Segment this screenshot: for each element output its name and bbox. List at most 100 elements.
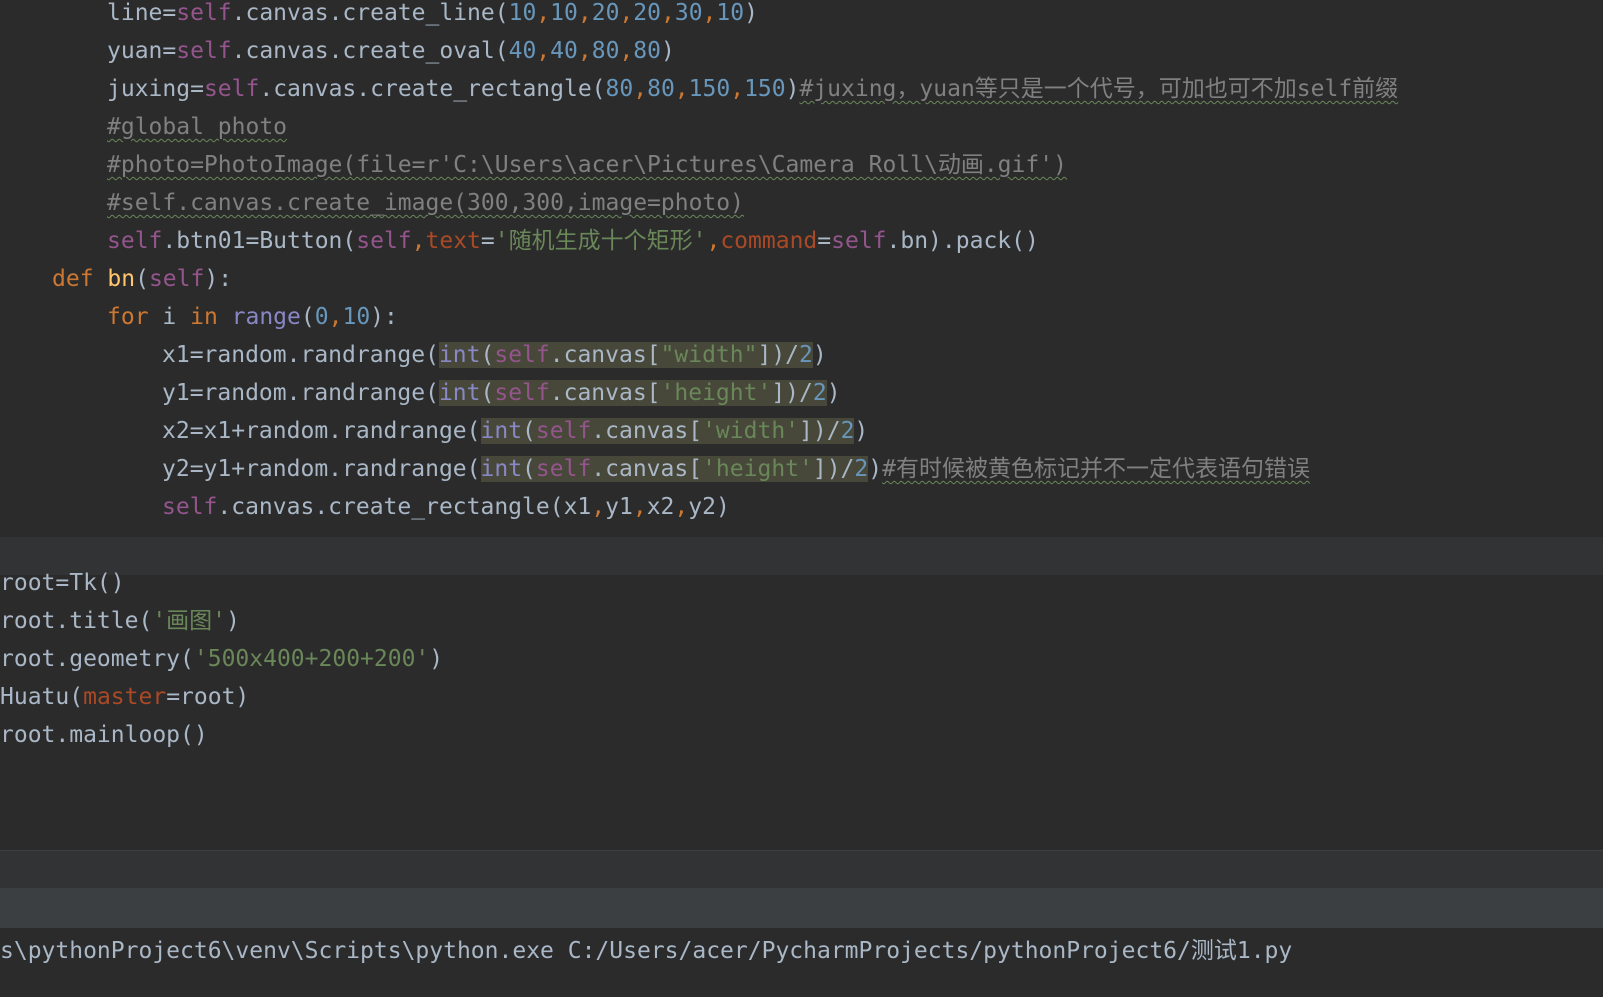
code-token: '随机生成十个矩形' xyxy=(494,228,707,254)
code-token: master xyxy=(83,684,167,710)
code-token: int xyxy=(480,418,523,444)
code-line[interactable]: x1=random.randrange(int(self.canvas["wid… xyxy=(162,342,827,380)
code-token: .canvas[ xyxy=(591,418,703,444)
code-token: int xyxy=(438,380,481,406)
run-panel-toolbar xyxy=(0,888,1603,928)
code-token: x2=x1+random.randrange( xyxy=(162,418,481,444)
code-token: , xyxy=(411,228,426,254)
code-token: "width" xyxy=(660,342,758,368)
run-console[interactable]: s\pythonProject6\venv\Scripts\python.exe… xyxy=(0,928,1603,997)
current-line-highlight xyxy=(0,537,1603,575)
code-token: = xyxy=(480,228,495,254)
code-token: self xyxy=(107,228,163,254)
code-token: self xyxy=(494,380,550,406)
code-line[interactable]: root=Tk() xyxy=(0,570,125,608)
code-token: ) xyxy=(429,646,444,672)
code-token: = xyxy=(162,38,177,64)
code-line[interactable]: y2=y1+random.randrange(int(self.canvas['… xyxy=(162,456,1310,494)
code-token: ): xyxy=(370,304,398,330)
code-token: = xyxy=(190,76,204,102)
code-token: Huatu( xyxy=(0,684,84,710)
code-token: .bn).pack() xyxy=(886,228,1039,254)
code-token: ): xyxy=(204,266,233,292)
code-token: root.title( xyxy=(0,608,153,634)
code-token: y2) xyxy=(688,494,730,520)
code-token: = xyxy=(162,0,177,26)
code-line[interactable]: for i in range(0,10): xyxy=(107,304,398,342)
code-token: 2 xyxy=(854,456,869,482)
code-token: 'height' xyxy=(660,380,772,406)
code-token: =root) xyxy=(166,684,250,710)
code-token: .canvas.create_line( xyxy=(231,0,509,26)
code-token: #photo=PhotoImage(file=r'C:\Users\acer\P… xyxy=(107,152,1067,178)
code-token: x1=random.randrange( xyxy=(162,342,439,368)
code-token: 80 xyxy=(647,76,675,102)
code-token: y1=random.randrange( xyxy=(162,380,439,406)
code-token: juxing xyxy=(107,76,191,102)
code-token: #global photo xyxy=(107,114,288,140)
code-token: self xyxy=(176,0,232,26)
console-command-line: s\pythonProject6\venv\Scripts\python.exe… xyxy=(0,938,1293,964)
code-token: self xyxy=(831,228,887,254)
code-token: .canvas[ xyxy=(591,456,703,482)
code-token: .canvas[ xyxy=(549,380,661,406)
code-token: 150 xyxy=(744,76,786,102)
code-line[interactable]: yuan=self.canvas.create_oval(40,40,80,80… xyxy=(107,38,675,76)
code-token: self xyxy=(356,228,412,254)
code-line[interactable]: root.geometry('500x400+200+200') xyxy=(0,646,443,684)
code-token: ( xyxy=(522,456,536,482)
code-token: ])/ xyxy=(799,418,841,444)
code-token: ( xyxy=(300,304,315,330)
code-token: 10 xyxy=(716,0,745,26)
code-token: , xyxy=(706,228,721,254)
code-line[interactable]: self.btn01=Button(self,text='随机生成十个矩形',c… xyxy=(107,228,1039,266)
code-line[interactable]: juxing=self.canvas.create_rectangle(80,8… xyxy=(107,76,1398,114)
code-token: self xyxy=(494,342,550,368)
code-line[interactable]: line=self.canvas.create_line(10,10,20,20… xyxy=(107,0,758,38)
code-token: 30 xyxy=(674,0,703,26)
code-token: line xyxy=(107,0,163,26)
code-token: , xyxy=(633,76,648,102)
code-editor[interactable]: line=self.canvas.create_line(10,10,20,20… xyxy=(0,0,1603,850)
code-token: , xyxy=(674,494,689,520)
code-token: yuan xyxy=(107,38,163,64)
code-token: 10 xyxy=(508,0,537,26)
code-line[interactable]: root.mainloop() xyxy=(0,722,208,760)
code-token: #juxing，yuan等只是一个代号，可加也可不加self前缀 xyxy=(799,76,1399,102)
code-line[interactable]: def bn(self): xyxy=(52,266,232,304)
code-token: self xyxy=(203,76,260,102)
code-token: , xyxy=(660,0,675,26)
code-token: 80 xyxy=(591,38,620,64)
code-token: #有时候被黄色标记并不一定代表语句错误 xyxy=(882,456,1310,482)
code-token: 2 xyxy=(812,380,827,406)
code-token: y1 xyxy=(605,494,633,520)
code-token: self xyxy=(535,456,592,482)
code-token: , xyxy=(536,38,551,64)
code-token: ) xyxy=(868,456,883,482)
code-line[interactable]: #self.canvas.create_image(300,300,image=… xyxy=(107,190,744,228)
code-token: text xyxy=(425,228,481,254)
code-line[interactable]: root.title('画图') xyxy=(0,608,240,646)
code-line[interactable]: y1=random.randrange(int(self.canvas['hei… xyxy=(162,380,841,418)
code-token: ) xyxy=(854,418,869,444)
code-token: ) xyxy=(785,76,800,102)
code-token: .canvas.create_oval( xyxy=(231,38,509,64)
code-line[interactable]: Huatu(master=root) xyxy=(0,684,249,722)
code-token: 20 xyxy=(633,0,661,26)
code-token: self xyxy=(535,418,592,444)
code-line[interactable]: #photo=PhotoImage(file=r'C:\Users\acer\P… xyxy=(107,152,1067,190)
code-token: ])/ xyxy=(771,380,813,406)
code-token: 80 xyxy=(605,76,634,102)
code-token: self xyxy=(162,494,218,520)
code-token: 'height' xyxy=(702,456,813,482)
code-token: , xyxy=(591,494,606,520)
code-token: bn xyxy=(107,266,136,292)
code-token: , xyxy=(577,0,592,26)
code-line[interactable]: self.canvas.create_rectangle(x1,y1,x2,y2… xyxy=(162,494,730,532)
code-token: , xyxy=(536,0,551,26)
code-token: def xyxy=(52,266,108,292)
code-line[interactable]: x2=x1+random.randrange(int(self.canvas['… xyxy=(162,418,868,456)
code-token: range xyxy=(231,304,301,330)
code-token: for xyxy=(107,304,163,330)
code-line[interactable]: #global photo xyxy=(107,114,287,152)
